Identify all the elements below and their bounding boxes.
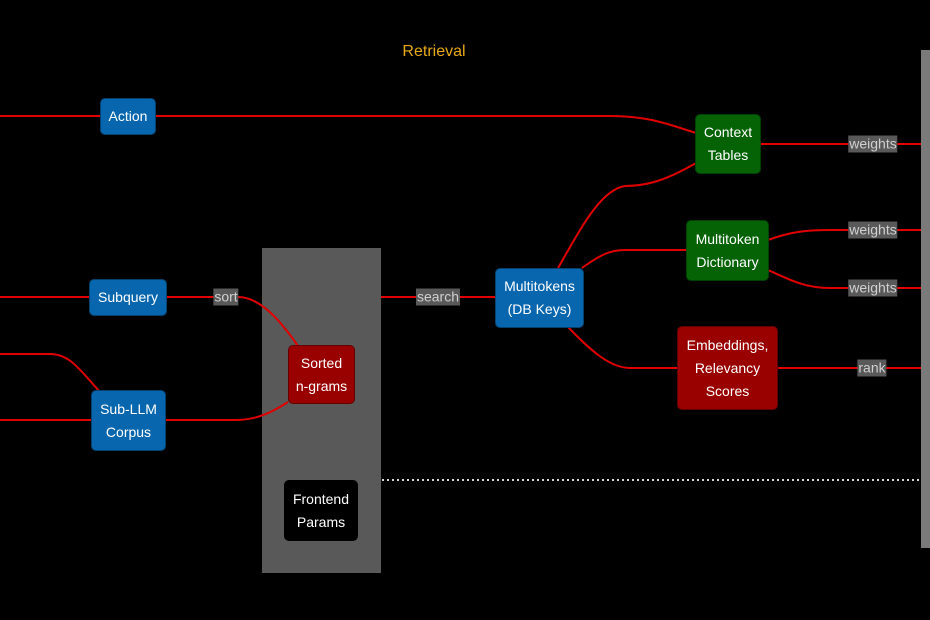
node-frontend-params[interactable]: Frontend Params xyxy=(284,480,358,541)
edge-label-sort: sort xyxy=(213,288,239,306)
edge-sub-llm-sorted xyxy=(165,401,289,421)
node-context-tables[interactable]: Context Tables xyxy=(695,114,761,174)
edge-label-search: search xyxy=(415,288,461,306)
edge-multitokens-embeddings xyxy=(567,326,678,369)
edge-label-weights-dictionary-1: weights xyxy=(848,221,898,239)
node-multitokens[interactable]: Multitokens (DB Keys) xyxy=(495,268,584,328)
node-multitoken-dictionary[interactable]: Multitoken Dictionary xyxy=(686,220,769,281)
node-sorted-ngrams[interactable]: Sorted n-grams xyxy=(288,345,355,404)
edge-multitokens-dictionary xyxy=(581,249,687,269)
node-subquery[interactable]: Subquery xyxy=(89,279,167,316)
edge-in-upper-sub-llm xyxy=(0,353,101,393)
edge-label-rank: rank xyxy=(857,359,887,377)
node-action[interactable]: Action xyxy=(100,98,156,135)
node-embeddings-relevancy-scores[interactable]: Embeddings, Relevancy Scores xyxy=(677,326,778,410)
node-sub-llm-corpus[interactable]: Sub-LLM Corpus xyxy=(91,390,166,451)
edge-action-context-tables xyxy=(156,115,697,134)
edge-label-weights-dictionary-2: weights xyxy=(848,279,898,297)
edge-label-weights-context: weights xyxy=(848,135,898,153)
edge-multitokens-context xyxy=(557,162,697,269)
edge-dictionary-weights-1 xyxy=(767,229,921,241)
edge-dictionary-weights-2 xyxy=(767,269,921,289)
